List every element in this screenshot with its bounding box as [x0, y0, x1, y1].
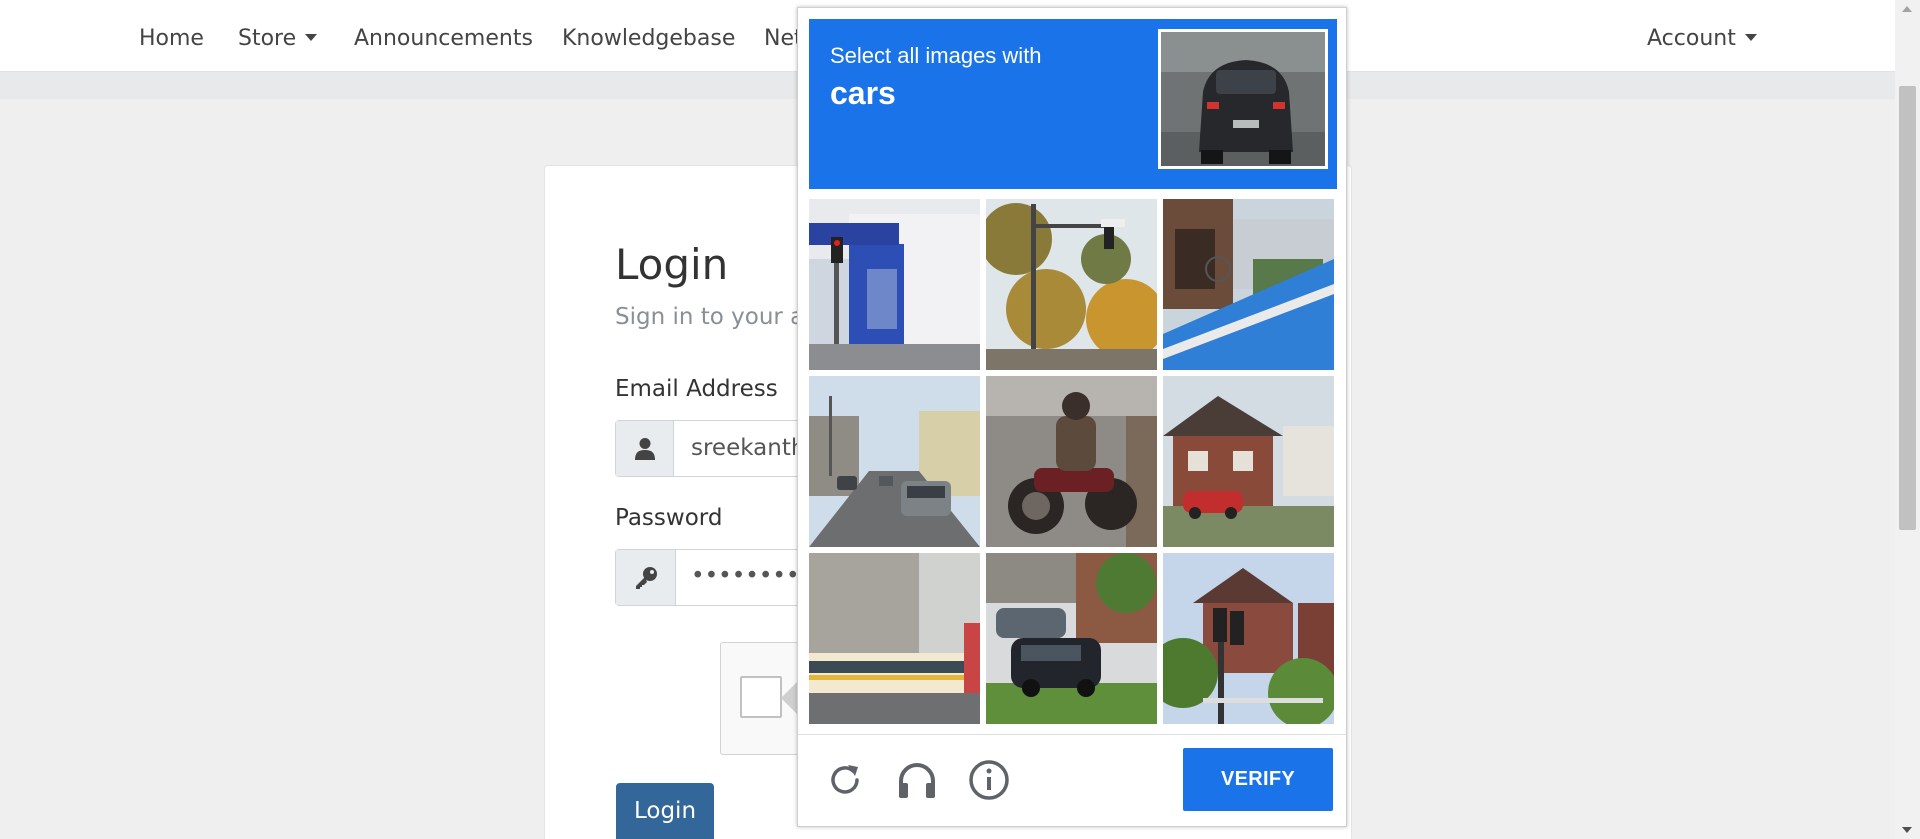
nav-home[interactable]: Home	[139, 26, 204, 51]
image-tile-street-with-cars[interactable]	[809, 376, 980, 547]
recaptcha-checkbox[interactable]	[740, 676, 782, 718]
nav-store-label: Store	[238, 26, 297, 51]
nav-announcements[interactable]: Announcements	[354, 26, 533, 51]
challenge-instruction: Select all images with	[830, 43, 1042, 68]
challenge-header: Select all images with cars	[809, 19, 1337, 189]
image-tile-house-with-red-car[interactable]	[1163, 376, 1334, 547]
audio-headphones-icon[interactable]	[894, 757, 940, 803]
captcha-challenge-popup: Select all images with cars VERIFY	[797, 7, 1347, 827]
image-tile-storefront-traffic-light[interactable]	[809, 199, 980, 370]
nav-store[interactable]: Store	[238, 26, 318, 51]
scroll-thumb[interactable]	[1899, 86, 1916, 530]
nav-account[interactable]: Account	[1647, 26, 1757, 51]
scroll-down-icon[interactable]	[1902, 827, 1912, 833]
login-button[interactable]: Login	[616, 783, 714, 839]
scroll-up-icon[interactable]	[1902, 6, 1912, 12]
page-scrollbar[interactable]	[1895, 0, 1920, 839]
challenge-keyword: cars	[830, 75, 896, 111]
image-tile-tram-street[interactable]	[809, 553, 980, 724]
nav-account-label: Account	[1647, 26, 1736, 51]
page-title: Login	[615, 240, 729, 289]
email-label: Email Address	[615, 376, 778, 402]
image-tile-bike-lane-shop[interactable]	[1163, 199, 1334, 370]
image-tile-motorcycle[interactable]	[986, 376, 1157, 547]
footer-divider	[798, 734, 1346, 735]
chevron-down-icon	[1744, 34, 1757, 41]
reload-icon[interactable]	[822, 757, 868, 803]
user-icon	[616, 421, 674, 476]
email-value: sreekanth	[691, 435, 806, 461]
image-tile-traffic-light-trees[interactable]	[986, 199, 1157, 370]
sample-image	[1158, 29, 1328, 169]
verify-button[interactable]: VERIFY	[1183, 748, 1333, 811]
nav-knowledgebase[interactable]: Knowledgebase	[562, 26, 735, 51]
info-icon[interactable]	[966, 757, 1012, 803]
image-grid	[809, 199, 1337, 730]
image-tile-traffic-light-houses[interactable]	[1163, 553, 1334, 724]
key-icon	[616, 550, 676, 605]
password-label: Password	[615, 505, 723, 531]
chevron-down-icon	[305, 34, 318, 41]
image-tile-parked-cars[interactable]	[986, 553, 1157, 724]
password-value: •••••••••	[691, 563, 814, 589]
page-subtitle: Sign in to your a	[615, 304, 805, 330]
popup-pointer	[781, 682, 797, 714]
